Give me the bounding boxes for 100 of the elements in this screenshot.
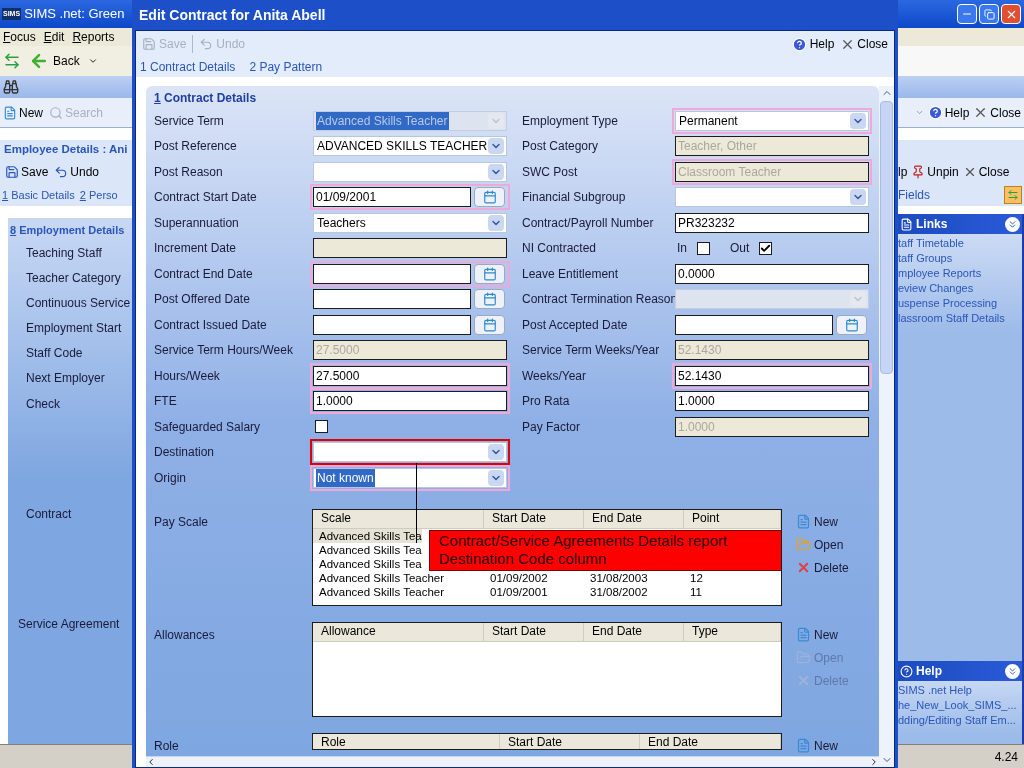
field-label: Origin — [154, 469, 187, 487]
date-field[interactable] — [313, 314, 471, 335]
chevrons-down-icon[interactable] — [1005, 663, 1020, 679]
calendar-button[interactable] — [474, 314, 505, 335]
panel-link[interactable]: uspense Processing — [898, 296, 1022, 311]
close-button[interactable]: Close — [973, 103, 1021, 122]
calendar-button[interactable] — [474, 187, 505, 208]
dropdown-value: Advanced Skills Teacher — [316, 111, 449, 130]
menu-item[interactable]: Edit — [43, 28, 65, 46]
action-button[interactable]: New — [796, 512, 849, 531]
column-header[interactable]: End Date — [584, 509, 684, 528]
caret-icon — [850, 112, 866, 129]
text-field[interactable]: 0.0000 — [675, 263, 869, 284]
tab-link[interactable]: 2 Perso — [79, 186, 118, 204]
field-label: Contract — [26, 505, 72, 523]
table-cell[interactable]: 31/08/2003 — [584, 570, 684, 585]
panel-link[interactable]: eview Changes — [898, 281, 1022, 296]
column-header[interactable]: Point — [684, 509, 781, 528]
menu-item[interactable]: Focus — [3, 28, 36, 46]
column-header[interactable]: Start Date — [484, 622, 584, 641]
panel-link[interactable]: SIMS .net Help — [898, 683, 1022, 698]
tab-link[interactable]: Fields — [898, 186, 930, 204]
close-button[interactable]: Close — [840, 35, 888, 53]
vertical-scrollbar[interactable] — [879, 86, 894, 767]
table-cell[interactable]: Advanced Skills Teacher — [313, 584, 484, 599]
panel-link[interactable]: he_New_Look_SIMS_... — [898, 698, 1022, 713]
arrows-icon[interactable] — [3, 52, 21, 70]
calendar-icon — [482, 266, 497, 281]
action-button[interactable]: Open — [796, 535, 849, 554]
minimize-button[interactable] — [957, 4, 977, 24]
text-field[interactable]: 52.1430 — [675, 365, 869, 386]
table-cell[interactable]: 01/09/2002 — [484, 570, 584, 585]
column-header[interactable]: End Date — [584, 622, 684, 641]
tab-link[interactable]: 2 Pay Pattern — [249, 58, 323, 76]
action-button[interactable]: Delete — [796, 558, 849, 577]
dropdown[interactable]: Permanent — [675, 110, 869, 131]
text-field[interactable]: PR323232 — [675, 212, 869, 233]
menu-item[interactable]: Reports — [72, 28, 115, 46]
column-header[interactable]: Type — [684, 622, 781, 641]
caret-icon — [488, 214, 504, 231]
toolbar-button[interactable]: Unpin — [911, 163, 959, 181]
toolbar-button[interactable]: Undo — [54, 163, 100, 181]
caret-icon[interactable] — [87, 56, 98, 66]
table-cell[interactable]: Advanced Skills Teacher — [313, 570, 484, 585]
table-cell[interactable]: 11 — [684, 584, 781, 599]
binoculars-icon[interactable] — [3, 79, 19, 95]
calendar-button[interactable] — [474, 289, 505, 310]
chevrons-down-icon[interactable] — [1005, 216, 1020, 232]
calendar-button[interactable] — [836, 314, 867, 335]
checkbox[interactable] — [759, 241, 773, 255]
panel-link[interactable]: taff Groups — [898, 251, 1022, 266]
toolbar-button[interactable]: Save — [5, 163, 49, 181]
field-label: Weeks/Year — [522, 367, 588, 385]
text-field[interactable]: 1.0000 — [313, 391, 507, 412]
text-field[interactable]: 1.0000 — [675, 391, 869, 412]
checkbox[interactable] — [315, 420, 328, 434]
table-cell[interactable]: 31/08/2002 — [584, 584, 684, 599]
dropdown[interactable]: Teachers — [313, 212, 507, 233]
text-field[interactable]: 27.5000 — [313, 365, 507, 386]
caret-icon — [488, 163, 504, 180]
help-button[interactable]: Help — [791, 35, 835, 53]
tab-link[interactable]: 1 Basic Details — [2, 186, 75, 204]
column-header[interactable]: Start Date — [500, 733, 640, 749]
restore-button[interactable] — [979, 4, 999, 24]
calendar-button[interactable] — [474, 263, 505, 284]
field-label: Post Reference — [154, 138, 238, 156]
date-field[interactable] — [675, 314, 833, 335]
column-header[interactable]: Role — [313, 733, 500, 749]
table-cell[interactable]: Advanced Skills Tea — [313, 542, 422, 557]
dropdown[interactable]: Not known — [313, 467, 507, 488]
toolbar-button[interactable]: lp — [898, 163, 908, 181]
table-cell[interactable]: 12 — [684, 570, 781, 585]
scroll-thumb[interactable] — [880, 101, 893, 374]
checkbox[interactable] — [697, 241, 710, 255]
field-label: Superannuation — [154, 214, 240, 232]
date-field[interactable]: 01/09/2001 — [313, 187, 471, 208]
close-button[interactable] — [1001, 4, 1021, 24]
column-header[interactable]: Start Date — [484, 509, 584, 528]
date-field[interactable] — [313, 263, 471, 284]
dropdown[interactable]: ADVANCED SKILLS TEACHER — [313, 136, 507, 157]
delete-icon — [796, 560, 811, 575]
table-cell[interactable]: 01/09/2001 — [484, 584, 584, 599]
field-label: Contract Start Date — [154, 189, 258, 207]
help-button[interactable]: Help — [927, 103, 970, 122]
toolbar-button[interactable]: Close — [962, 163, 1010, 181]
horizontal-scrollbar[interactable] — [146, 756, 879, 767]
field-label: SWC Post — [522, 163, 579, 181]
back-button[interactable]: Back — [29, 51, 80, 71]
tab-link[interactable]: 1 Contract Details — [140, 58, 236, 76]
action-button[interactable]: New — [796, 736, 838, 755]
panel-link[interactable]: mployee Reports — [898, 266, 1022, 281]
panel-link[interactable]: dding/Editing Staff Em... — [898, 713, 1022, 728]
toolbar-button[interactable]: New — [3, 103, 43, 122]
action-button[interactable]: New — [796, 625, 849, 644]
panel-link[interactable]: lassroom Staff Details — [898, 311, 1022, 326]
column-header[interactable]: Allowance — [313, 622, 484, 641]
panel-link[interactable]: taff Timetable — [898, 236, 1022, 251]
column-header[interactable]: End Date — [640, 733, 781, 749]
date-field[interactable] — [313, 289, 471, 310]
table-cell[interactable]: Advanced Skills Tea — [313, 556, 422, 571]
